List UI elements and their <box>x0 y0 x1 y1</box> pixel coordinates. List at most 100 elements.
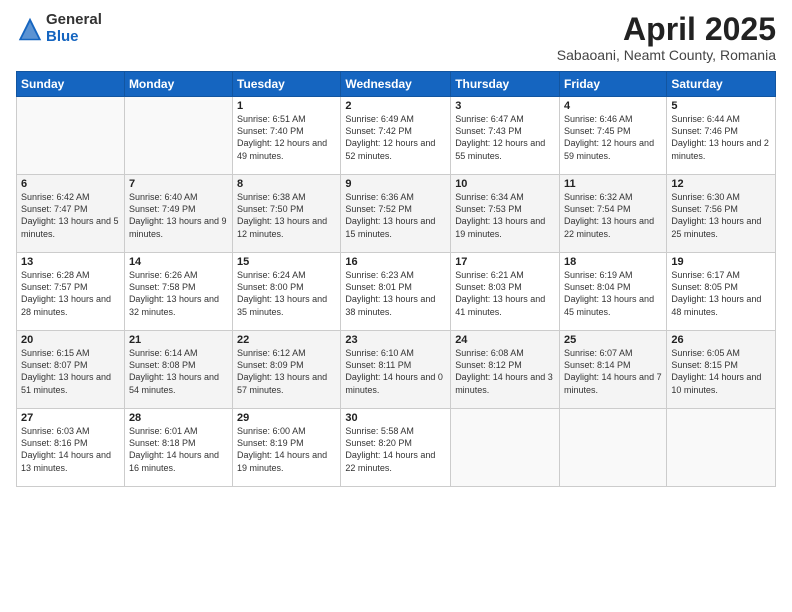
day-info: Sunrise: 6:28 AMSunset: 7:57 PMDaylight:… <box>21 269 120 318</box>
calendar-cell: 26Sunrise: 6:05 AMSunset: 8:15 PMDayligh… <box>667 331 776 409</box>
day-number: 27 <box>21 412 120 424</box>
day-info: Sunrise: 6:23 AMSunset: 8:01 PMDaylight:… <box>345 269 446 318</box>
day-info: Sunrise: 6:47 AMSunset: 7:43 PMDaylight:… <box>455 113 555 162</box>
day-info: Sunrise: 6:40 AMSunset: 7:49 PMDaylight:… <box>129 191 228 240</box>
calendar-cell <box>17 97 125 175</box>
calendar-cell: 16Sunrise: 6:23 AMSunset: 8:01 PMDayligh… <box>341 253 451 331</box>
day-info: Sunrise: 6:51 AMSunset: 7:40 PMDaylight:… <box>237 113 336 162</box>
calendar-cell: 25Sunrise: 6:07 AMSunset: 8:14 PMDayligh… <box>560 331 667 409</box>
calendar-cell: 9Sunrise: 6:36 AMSunset: 7:52 PMDaylight… <box>341 175 451 253</box>
calendar-cell: 24Sunrise: 6:08 AMSunset: 8:12 PMDayligh… <box>451 331 560 409</box>
day-info: Sunrise: 6:32 AMSunset: 7:54 PMDaylight:… <box>564 191 662 240</box>
day-number: 12 <box>671 178 771 190</box>
day-number: 9 <box>345 178 446 190</box>
day-number: 24 <box>455 334 555 346</box>
calendar-cell: 18Sunrise: 6:19 AMSunset: 8:04 PMDayligh… <box>560 253 667 331</box>
calendar-cell: 27Sunrise: 6:03 AMSunset: 8:16 PMDayligh… <box>17 409 125 487</box>
day-info: Sunrise: 6:21 AMSunset: 8:03 PMDaylight:… <box>455 269 555 318</box>
day-info: Sunrise: 6:19 AMSunset: 8:04 PMDaylight:… <box>564 269 662 318</box>
day-number: 16 <box>345 256 446 268</box>
logo-blue: Blue <box>46 29 102 46</box>
day-number: 11 <box>564 178 662 190</box>
month-title: April 2025 <box>557 12 776 47</box>
day-info: Sunrise: 6:03 AMSunset: 8:16 PMDaylight:… <box>21 425 120 474</box>
day-info: Sunrise: 6:36 AMSunset: 7:52 PMDaylight:… <box>345 191 446 240</box>
subtitle: Sabaoani, Neamt County, Romania <box>557 47 776 63</box>
calendar-table: SundayMondayTuesdayWednesdayThursdayFrid… <box>16 71 776 487</box>
logo-general: General <box>46 12 102 29</box>
calendar-header-row: SundayMondayTuesdayWednesdayThursdayFrid… <box>17 72 776 97</box>
day-info: Sunrise: 6:30 AMSunset: 7:56 PMDaylight:… <box>671 191 771 240</box>
calendar-cell: 29Sunrise: 6:00 AMSunset: 8:19 PMDayligh… <box>233 409 341 487</box>
day-info: Sunrise: 6:07 AMSunset: 8:14 PMDaylight:… <box>564 347 662 396</box>
day-number: 6 <box>21 178 120 190</box>
calendar-cell: 11Sunrise: 6:32 AMSunset: 7:54 PMDayligh… <box>560 175 667 253</box>
day-number: 18 <box>564 256 662 268</box>
day-number: 17 <box>455 256 555 268</box>
calendar-cell <box>451 409 560 487</box>
logo: General Blue <box>16 12 102 45</box>
day-number: 4 <box>564 100 662 112</box>
calendar-cell: 21Sunrise: 6:14 AMSunset: 8:08 PMDayligh… <box>124 331 232 409</box>
logo-icon <box>16 15 44 43</box>
header-day-sunday: Sunday <box>17 72 125 97</box>
day-number: 1 <box>237 100 336 112</box>
calendar-cell: 22Sunrise: 6:12 AMSunset: 8:09 PMDayligh… <box>233 331 341 409</box>
day-info: Sunrise: 6:08 AMSunset: 8:12 PMDaylight:… <box>455 347 555 396</box>
calendar-cell: 4Sunrise: 6:46 AMSunset: 7:45 PMDaylight… <box>560 97 667 175</box>
calendar-cell: 1Sunrise: 6:51 AMSunset: 7:40 PMDaylight… <box>233 97 341 175</box>
day-number: 7 <box>129 178 228 190</box>
day-number: 28 <box>129 412 228 424</box>
header-day-monday: Monday <box>124 72 232 97</box>
day-number: 25 <box>564 334 662 346</box>
calendar-cell: 2Sunrise: 6:49 AMSunset: 7:42 PMDaylight… <box>341 97 451 175</box>
calendar-cell: 20Sunrise: 6:15 AMSunset: 8:07 PMDayligh… <box>17 331 125 409</box>
day-number: 3 <box>455 100 555 112</box>
week-row-1: 1Sunrise: 6:51 AMSunset: 7:40 PMDaylight… <box>17 97 776 175</box>
day-info: Sunrise: 6:24 AMSunset: 8:00 PMDaylight:… <box>237 269 336 318</box>
day-info: Sunrise: 6:38 AMSunset: 7:50 PMDaylight:… <box>237 191 336 240</box>
calendar-cell: 12Sunrise: 6:30 AMSunset: 7:56 PMDayligh… <box>667 175 776 253</box>
day-info: Sunrise: 6:34 AMSunset: 7:53 PMDaylight:… <box>455 191 555 240</box>
day-info: Sunrise: 6:26 AMSunset: 7:58 PMDaylight:… <box>129 269 228 318</box>
day-info: Sunrise: 6:46 AMSunset: 7:45 PMDaylight:… <box>564 113 662 162</box>
calendar-cell: 15Sunrise: 6:24 AMSunset: 8:00 PMDayligh… <box>233 253 341 331</box>
calendar-cell: 8Sunrise: 6:38 AMSunset: 7:50 PMDaylight… <box>233 175 341 253</box>
week-row-5: 27Sunrise: 6:03 AMSunset: 8:16 PMDayligh… <box>17 409 776 487</box>
day-info: Sunrise: 6:17 AMSunset: 8:05 PMDaylight:… <box>671 269 771 318</box>
day-number: 22 <box>237 334 336 346</box>
day-info: Sunrise: 6:44 AMSunset: 7:46 PMDaylight:… <box>671 113 771 162</box>
calendar-cell: 7Sunrise: 6:40 AMSunset: 7:49 PMDaylight… <box>124 175 232 253</box>
day-number: 23 <box>345 334 446 346</box>
header-day-thursday: Thursday <box>451 72 560 97</box>
day-info: Sunrise: 5:58 AMSunset: 8:20 PMDaylight:… <box>345 425 446 474</box>
calendar-cell: 3Sunrise: 6:47 AMSunset: 7:43 PMDaylight… <box>451 97 560 175</box>
calendar-cell <box>667 409 776 487</box>
day-number: 14 <box>129 256 228 268</box>
day-info: Sunrise: 6:00 AMSunset: 8:19 PMDaylight:… <box>237 425 336 474</box>
logo-text: General Blue <box>46 12 102 45</box>
header-day-wednesday: Wednesday <box>341 72 451 97</box>
day-info: Sunrise: 6:12 AMSunset: 8:09 PMDaylight:… <box>237 347 336 396</box>
title-block: April 2025 Sabaoani, Neamt County, Roman… <box>557 12 776 63</box>
day-info: Sunrise: 6:49 AMSunset: 7:42 PMDaylight:… <box>345 113 446 162</box>
day-info: Sunrise: 6:14 AMSunset: 8:08 PMDaylight:… <box>129 347 228 396</box>
day-info: Sunrise: 6:01 AMSunset: 8:18 PMDaylight:… <box>129 425 228 474</box>
week-row-3: 13Sunrise: 6:28 AMSunset: 7:57 PMDayligh… <box>17 253 776 331</box>
day-number: 8 <box>237 178 336 190</box>
calendar-cell: 17Sunrise: 6:21 AMSunset: 8:03 PMDayligh… <box>451 253 560 331</box>
day-number: 15 <box>237 256 336 268</box>
calendar-cell: 5Sunrise: 6:44 AMSunset: 7:46 PMDaylight… <box>667 97 776 175</box>
week-row-4: 20Sunrise: 6:15 AMSunset: 8:07 PMDayligh… <box>17 331 776 409</box>
day-number: 10 <box>455 178 555 190</box>
calendar-cell: 19Sunrise: 6:17 AMSunset: 8:05 PMDayligh… <box>667 253 776 331</box>
day-info: Sunrise: 6:15 AMSunset: 8:07 PMDaylight:… <box>21 347 120 396</box>
day-number: 21 <box>129 334 228 346</box>
day-number: 20 <box>21 334 120 346</box>
day-info: Sunrise: 6:42 AMSunset: 7:47 PMDaylight:… <box>21 191 120 240</box>
day-info: Sunrise: 6:10 AMSunset: 8:11 PMDaylight:… <box>345 347 446 396</box>
calendar-cell: 6Sunrise: 6:42 AMSunset: 7:47 PMDaylight… <box>17 175 125 253</box>
calendar-cell: 14Sunrise: 6:26 AMSunset: 7:58 PMDayligh… <box>124 253 232 331</box>
day-number: 19 <box>671 256 771 268</box>
calendar-cell <box>124 97 232 175</box>
